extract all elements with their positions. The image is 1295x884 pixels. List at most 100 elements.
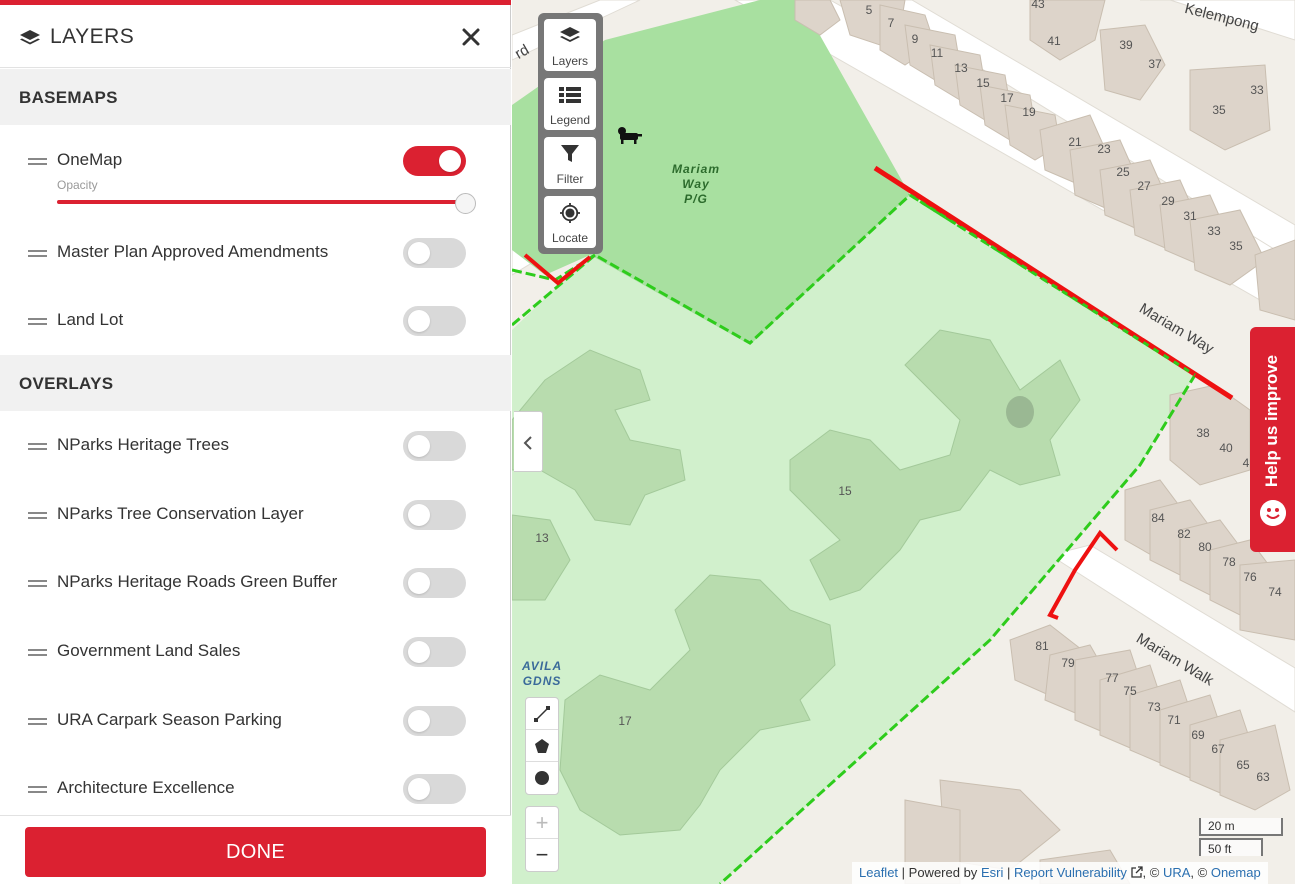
polyline-icon xyxy=(534,706,550,722)
opacity-slider-track[interactable] xyxy=(57,200,466,204)
locate-icon xyxy=(560,203,580,223)
layer-row-carpark: URA Carpark Season Parking xyxy=(0,700,511,740)
map-basemap xyxy=(512,0,1295,884)
drag-handle-icon[interactable] xyxy=(28,158,47,166)
layers-panel: LAYERS BASEMAPS OneMap Opacity Master Pl… xyxy=(0,0,511,884)
zoom-out-button[interactable]: − xyxy=(526,839,558,871)
house-number: 71 xyxy=(1167,713,1181,727)
block-number: 13 xyxy=(535,531,549,545)
drag-handle-icon[interactable] xyxy=(28,649,47,657)
esri-link[interactable]: Esri xyxy=(981,865,1003,880)
layers-icon xyxy=(20,30,40,45)
drag-handle-icon[interactable] xyxy=(28,786,47,794)
house-number: 63 xyxy=(1256,770,1270,784)
gov-land-sales-toggle[interactable] xyxy=(403,637,466,667)
layer-row-master-plan: Master Plan Approved Amendments xyxy=(0,232,511,272)
map-canvas[interactable]: Mariam Way Mariam Walk Kelempong rd Mari… xyxy=(512,0,1295,884)
map-scale: 20 m 50 ft xyxy=(1199,818,1283,858)
basemaps-heading-text: BASEMAPS xyxy=(19,88,118,107)
draw-circle-button[interactable] xyxy=(526,762,558,794)
filter-button[interactable]: Filter xyxy=(544,137,596,189)
house-number: 17 xyxy=(1000,91,1014,105)
report-vulnerability-link[interactable]: Report Vulnerability xyxy=(1014,865,1127,880)
overlays-heading-text: OVERLAYS xyxy=(19,374,114,393)
master-plan-toggle[interactable] xyxy=(403,238,466,268)
drag-handle-icon[interactable] xyxy=(28,250,47,258)
layer-label: Architecture Excellence xyxy=(57,778,235,797)
layer-row-land-lot: Land Lot xyxy=(0,300,511,340)
onemap-toggle[interactable] xyxy=(403,146,466,176)
house-number: 38 xyxy=(1196,426,1210,440)
leaflet-link[interactable]: Leaflet xyxy=(859,865,898,880)
drag-handle-icon[interactable] xyxy=(28,580,47,588)
drag-handle-icon[interactable] xyxy=(28,718,47,726)
house-number: 69 xyxy=(1191,728,1205,742)
house-number: 39 xyxy=(1119,38,1133,52)
toggle-knob xyxy=(408,435,430,457)
land-lot-toggle[interactable] xyxy=(403,306,466,336)
place-label-mariam-pg: Mariam Way P/G xyxy=(672,162,720,207)
attribution-separator: | xyxy=(898,865,909,880)
house-number: 13 xyxy=(954,61,968,75)
draw-line-button[interactable] xyxy=(526,698,558,730)
layer-row-heritage-trees: NParks Heritage Trees xyxy=(0,425,511,465)
house-number: 33 xyxy=(1207,224,1221,238)
circle-icon xyxy=(535,771,549,785)
architecture-toggle[interactable] xyxy=(403,774,466,804)
help-us-improve-tab[interactable]: Help us improve xyxy=(1250,327,1295,552)
opacity-label: Opacity xyxy=(57,178,98,192)
house-number: 76 xyxy=(1243,570,1257,584)
toggle-knob xyxy=(408,572,430,594)
house-number: 35 xyxy=(1212,103,1226,117)
house-number: 4 xyxy=(1242,456,1250,470)
house-number: 84 xyxy=(1151,511,1165,525)
legend-button[interactable]: Legend xyxy=(544,78,596,130)
toggle-knob xyxy=(408,504,430,526)
panel-footer: DONE xyxy=(0,815,511,884)
draw-polygon-button[interactable] xyxy=(526,730,558,762)
house-number: 43 xyxy=(1031,0,1045,11)
house-number: 73 xyxy=(1147,700,1161,714)
onemap-link[interactable]: Onemap xyxy=(1211,865,1261,880)
house-number: 41 xyxy=(1047,34,1061,48)
carpark-toggle[interactable] xyxy=(403,706,466,736)
tree-conservation-toggle[interactable] xyxy=(403,500,466,530)
layer-row-gov-land-sales: Government Land Sales xyxy=(0,631,511,671)
house-number: 29 xyxy=(1161,194,1175,208)
done-button[interactable]: DONE xyxy=(25,827,486,877)
zoom-in-button[interactable]: + xyxy=(526,807,558,839)
house-number: 9 xyxy=(911,32,919,46)
drag-handle-icon[interactable] xyxy=(28,318,47,326)
layer-row-tree-conservation: NParks Tree Conservation Layer xyxy=(0,494,511,534)
close-icon[interactable] xyxy=(459,25,483,49)
smiley-icon xyxy=(1260,500,1286,526)
drag-handle-icon[interactable] xyxy=(28,512,47,520)
place-label-line: GDNS xyxy=(522,674,562,688)
collapse-panel-button[interactable] xyxy=(514,411,543,472)
powered-by-text: Powered by xyxy=(908,865,978,880)
locate-button[interactable]: Locate xyxy=(544,196,596,248)
house-number: 5 xyxy=(865,3,873,17)
toggle-knob xyxy=(408,242,430,264)
drag-handle-icon[interactable] xyxy=(28,443,47,451)
layers-button-label: Layers xyxy=(551,54,589,68)
house-number: 37 xyxy=(1148,57,1162,71)
opacity-slider-handle[interactable] xyxy=(455,193,476,214)
heritage-trees-toggle[interactable] xyxy=(403,431,466,461)
place-label-avila: AVILA GDNS xyxy=(522,659,562,689)
house-number: 40 xyxy=(1219,441,1233,455)
attribution-separator: , © xyxy=(1190,865,1211,880)
place-label-line: Way xyxy=(682,177,710,191)
toggle-knob xyxy=(408,710,430,732)
layer-label: URA Carpark Season Parking xyxy=(57,710,282,729)
place-label-line: AVILA xyxy=(522,659,563,673)
panel-title: LAYERS xyxy=(50,25,135,48)
layer-row-onemap: OneMap xyxy=(0,140,511,180)
heritage-roads-toggle[interactable] xyxy=(403,568,466,598)
ura-link[interactable]: URA xyxy=(1163,865,1190,880)
toggle-knob xyxy=(408,310,430,332)
filter-button-label: Filter xyxy=(556,172,584,186)
draw-toolbar xyxy=(525,697,559,795)
layer-label: NParks Tree Conservation Layer xyxy=(57,504,304,523)
layers-button[interactable]: Layers xyxy=(544,19,596,71)
